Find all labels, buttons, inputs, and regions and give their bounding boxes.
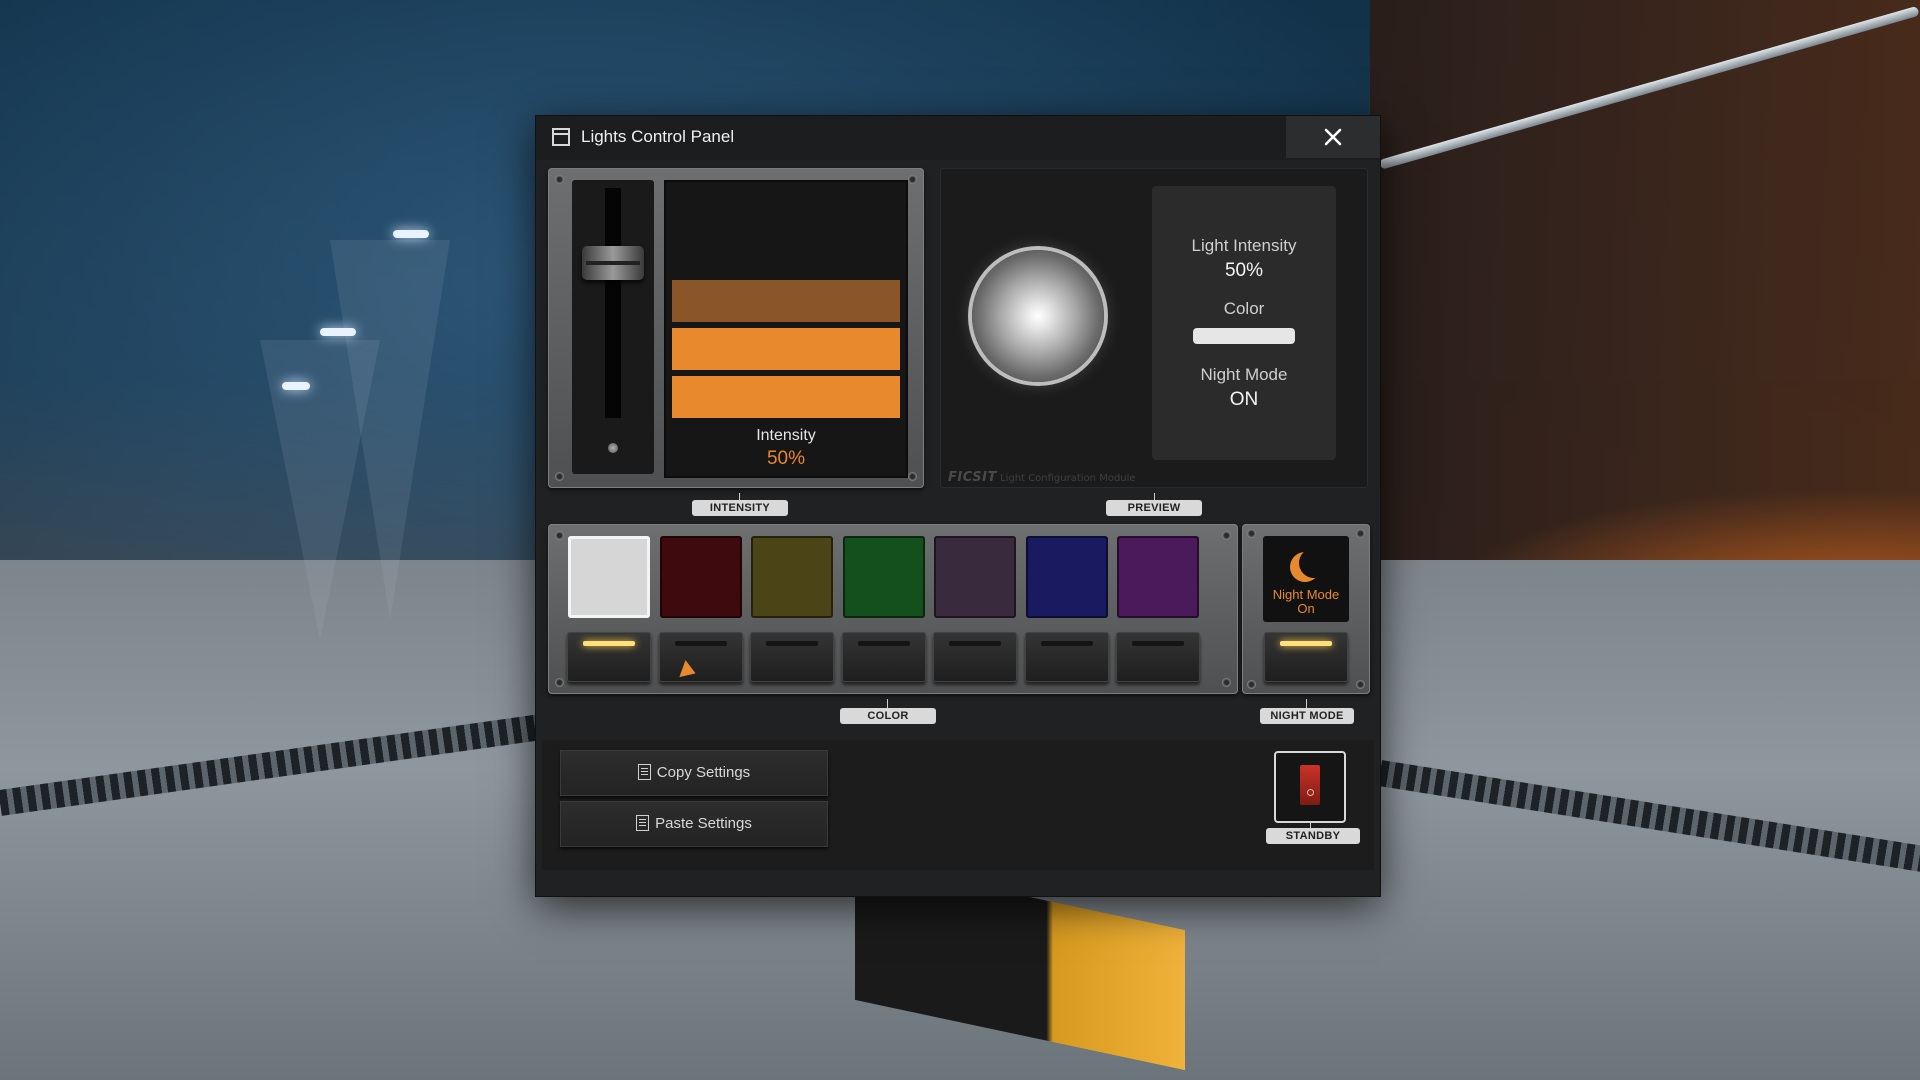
night-mode-value: ON [1229,389,1259,410]
color-indicator [1193,328,1295,344]
screw [1247,680,1256,689]
intensity-bar [672,280,900,322]
ceiling-lamp [393,230,429,238]
ceiling-lamp [320,328,356,336]
window-icon [552,128,570,146]
paste-settings-label: Paste Settings [655,815,752,832]
standby-tag: STANDBY [1266,828,1360,844]
intensity-tag: INTENSITY [692,500,788,516]
night-mode-toggle-button[interactable] [1264,632,1348,682]
ficsit-brand: FICSIT Light Configuration Module [948,470,1136,485]
screw [1356,680,1365,689]
paste-settings-button[interactable]: Paste Settings [560,801,828,847]
color-swatch[interactable] [842,536,925,618]
color-swatch[interactable] [1117,536,1199,618]
night-mode-status: Night Mode On [1272,587,1340,616]
intensity-slider[interactable] [572,180,654,474]
screw [555,472,564,481]
copy-icon [637,764,651,780]
color-select-led [1040,641,1093,646]
actions-area: Copy Settings Paste Settings STANDBY [542,740,1374,870]
screw [555,531,564,540]
brand-caption: Light Configuration Module [1000,473,1136,484]
screw [1356,529,1365,538]
screw [908,175,917,184]
preview-tag: PREVIEW [1106,500,1202,516]
copy-settings-label: Copy Settings [656,764,751,781]
title-bar: Lights Control Panel [536,116,1380,160]
preview-module: Light Intensity 50% Color Night Mode ON … [940,168,1368,488]
light-preview-bulb [972,250,1104,382]
light-beam [260,340,380,640]
color-select-button[interactable] [933,632,1017,682]
color-select-led [949,641,1001,646]
color-module [548,524,1238,694]
copy-settings-button[interactable]: Copy Settings [560,750,828,796]
intensity-slider-knob[interactable] [582,246,644,280]
intensity-module: Intensity 50% [548,168,924,488]
close-icon [1324,128,1342,146]
slider-indicator-dot [608,443,618,453]
close-button[interactable] [1286,116,1380,158]
intensity-bar [672,376,900,418]
color-swatch[interactable] [659,536,742,618]
color-select-button[interactable] [750,632,834,682]
night-mode-tag: NIGHT MODE [1260,708,1354,724]
color-tag: COLOR [840,708,936,724]
screw [1222,531,1231,540]
lights-control-panel-window: Lights Control Panel Intensity 50% INTEN… [536,116,1380,896]
color-swatch[interactable] [568,536,650,618]
night-mode-module: Night Mode On [1242,524,1370,694]
night-mode-led [1280,641,1332,646]
paste-icon [636,815,650,831]
intensity-label: Intensity [756,427,816,444]
color-swatch[interactable] [751,536,833,618]
preview-info-card: Light Intensity 50% Color Night Mode ON [1152,186,1336,460]
color-swatch[interactable] [1025,536,1108,618]
color-select-button[interactable] [841,632,926,682]
light-intensity-label: Light Intensity [1191,236,1297,255]
screw [555,678,564,687]
screw [1247,529,1256,538]
intensity-value: 50% [766,448,806,469]
color-select-button[interactable] [1116,632,1200,682]
night-mode-label: Night Mode [1200,365,1288,384]
ceiling-lamp [282,382,310,390]
color-label: Color [1223,299,1265,318]
color-select-button[interactable] [658,632,743,682]
color-select-led [674,641,727,646]
color-select-led [766,641,818,646]
standby-rocker [1300,765,1320,805]
color-select-button[interactable] [1024,632,1109,682]
color-select-led [583,641,635,646]
intensity-display: Intensity 50% [664,180,908,478]
color-select-led [1132,641,1184,646]
slider-groove [605,188,621,418]
color-select-led [857,641,910,646]
moon-icon [1299,548,1329,578]
intensity-bar [672,328,900,370]
screw [1222,678,1231,687]
ficsit-logo: FICSIT [948,470,997,485]
night-mode-indicator: Night Mode On [1263,536,1349,622]
color-swatch[interactable] [934,536,1016,618]
screw [908,472,917,481]
standby-switch[interactable] [1274,751,1346,823]
light-intensity-value: 50% [1224,260,1264,281]
window-title: Lights Control Panel [581,127,735,146]
screw [555,175,564,184]
color-select-button[interactable] [567,632,651,682]
